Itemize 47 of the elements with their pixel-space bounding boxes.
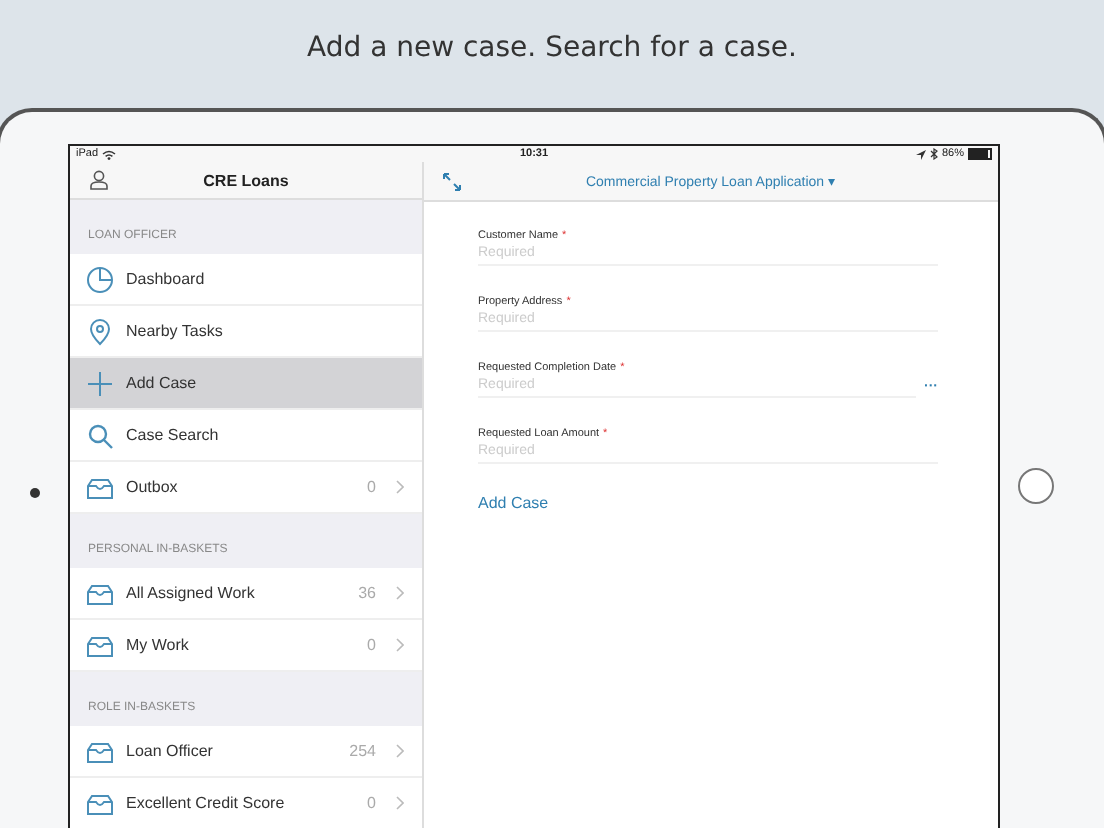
sidebar-item[interactable]: Case Search — [70, 410, 422, 463]
search-icon — [86, 421, 114, 450]
inbox-tray-icon — [86, 737, 114, 766]
item-label: All Assigned Work — [126, 584, 257, 603]
inbox-tray-icon — [86, 473, 114, 502]
sidebar-item[interactable]: All Assigned Work 36 — [70, 568, 422, 621]
person-icon — [90, 170, 108, 190]
plus-icon — [86, 369, 114, 398]
chevron-right-icon — [396, 480, 404, 495]
sidebar-item[interactable]: Dashboard — [70, 254, 422, 307]
camera-dot — [30, 488, 40, 498]
item-count: 254 — [349, 742, 376, 761]
expand-arrows-icon — [442, 172, 462, 192]
item-count: 36 — [358, 584, 376, 603]
chevron-right-icon — [396, 638, 404, 653]
sidebar-item[interactable]: Loan Officer 254 — [70, 726, 422, 779]
item-label: Case Search — [126, 426, 221, 445]
item-label: Nearby Tasks — [126, 322, 225, 341]
bluetooth-icon — [929, 148, 938, 160]
item-label: My Work — [126, 636, 191, 655]
inbox-tray-icon — [86, 631, 114, 660]
sidebar-item[interactable]: My Work 0 — [70, 620, 422, 672]
chevron-right-icon — [396, 744, 404, 759]
item-label: Excellent Credit Score — [126, 794, 287, 813]
wifi-icon — [102, 149, 117, 159]
chevron-right-icon — [396, 586, 404, 601]
sidebar-title: CRE Loans — [203, 171, 289, 190]
item-count: 0 — [367, 794, 376, 813]
location-arrow-icon — [915, 149, 926, 159]
item-count: 0 — [367, 478, 376, 497]
inbox-tray-icon — [86, 789, 114, 818]
pie-chart-icon — [86, 265, 114, 294]
item-count: 0 — [367, 636, 376, 655]
inbox-tray-icon — [86, 579, 114, 608]
location-pin-icon — [86, 317, 114, 346]
item-label: Outbox — [126, 478, 180, 497]
item-label: Loan Officer — [126, 742, 215, 761]
sidebar-item[interactable]: Excellent Credit Score 0 — [70, 778, 422, 828]
home-button[interactable] — [1018, 468, 1054, 504]
item-label: Dashboard — [126, 270, 207, 289]
headline: Add a new case. Search for a case. — [307, 32, 797, 68]
item-label: Add Case — [126, 374, 199, 393]
add-case-link[interactable]: Add Case — [478, 494, 938, 512]
chevron-right-icon — [396, 796, 404, 811]
sidebar-item[interactable]: Nearby Tasks — [70, 306, 422, 359]
sidebar-item[interactable]: Outbox 0 — [70, 462, 422, 515]
sidebar-item[interactable]: Add Case — [70, 358, 422, 411]
